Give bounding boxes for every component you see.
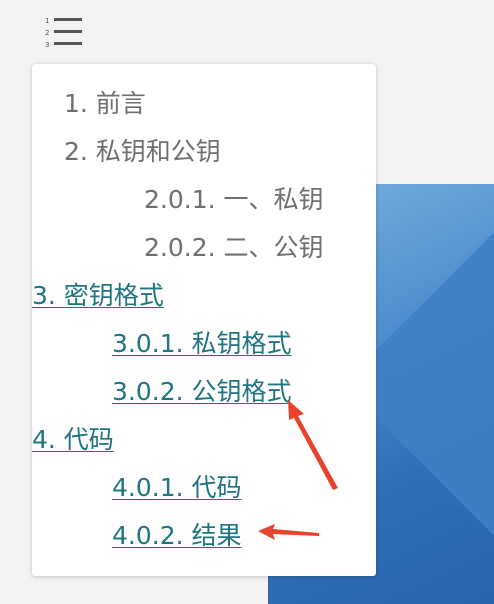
toc-item-private-key-format[interactable]: 3.0.1. 私钥格式 (112, 328, 292, 360)
toc-item-preface[interactable]: 1. 前言 (64, 88, 146, 120)
toc-link-result[interactable]: 4.0.2. 结果 (112, 521, 242, 550)
toc-item-label: 1. 前言 (64, 89, 146, 118)
toc-link-public-key-format[interactable]: 3.0.2. 公钥格式 (112, 377, 292, 406)
toc-item-public-key[interactable]: 2.0.2. 二、公钥 (144, 232, 324, 264)
svg-text:3: 3 (45, 41, 49, 49)
svg-text:1: 1 (45, 17, 49, 25)
toc-item-key-format[interactable]: 3. 密钥格式 (32, 280, 164, 312)
svg-text:2: 2 (45, 29, 49, 37)
toc-item-public-key-format[interactable]: 3.0.2. 公钥格式 (112, 376, 292, 408)
toc-link-code-sub[interactable]: 4.0.1. 代码 (112, 473, 242, 502)
toc-item-result[interactable]: 4.0.2. 结果 (112, 520, 242, 552)
toc-item-label: 2.0.2. 二、公钥 (144, 233, 324, 262)
toc-item-keys[interactable]: 2. 私钥和公钥 (64, 136, 221, 168)
toc-item-private-key[interactable]: 2.0.1. 一、私钥 (144, 184, 324, 216)
toc-panel: 1. 前言 2. 私钥和公钥 2.0.1. 一、私钥 2.0.2. 二、公钥 3… (32, 64, 376, 576)
toc-item-label: 2.0.1. 一、私钥 (144, 185, 324, 214)
toc-item-code[interactable]: 4. 代码 (32, 424, 114, 456)
toc-link-private-key-format[interactable]: 3.0.1. 私钥格式 (112, 329, 292, 358)
numbered-list-icon[interactable]: 1 2 3 (40, 12, 84, 52)
toc-link-key-format[interactable]: 3. 密钥格式 (32, 281, 164, 310)
toc-item-code-sub[interactable]: 4.0.1. 代码 (112, 472, 242, 504)
toc-link-code[interactable]: 4. 代码 (32, 425, 114, 454)
toc-item-label: 2. 私钥和公钥 (64, 137, 221, 166)
page: 1 2 3 1. 前言 2. 私钥和公钥 2.0.1. 一、私钥 2.0.2. … (0, 0, 494, 604)
